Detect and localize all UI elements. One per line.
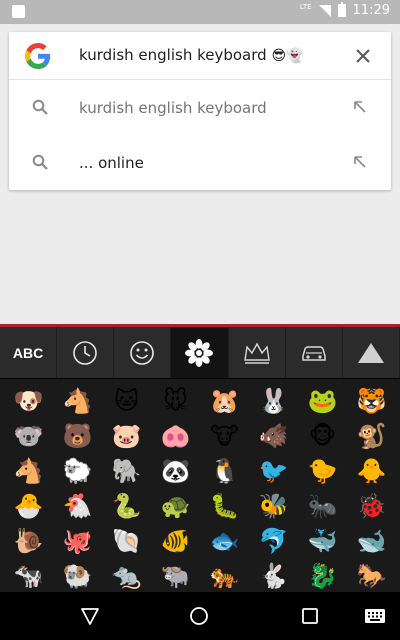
emoji-key[interactable]: 🐋 <box>347 523 396 558</box>
emoji-key[interactable]: 🐉 <box>298 558 347 593</box>
search-icon <box>32 154 48 170</box>
emoji-grid: 🐶 🐴 🐱 🐭 🐹 🐰 🐸 🐯 🐨 🐻 🐷 🐽 🐮 🐗 🐵 🐒 🐴 🐑 🐘 🐼 🐧 🐦 🐤 🐥 🐣 🐔 🐍 🐢 🐛 🐝 🐜 🐞 🐌 🐙 🐚 🐠 🐟 🐬 🐳 🐋… <box>0 379 400 593</box>
search-icon <box>32 99 48 115</box>
emoji-key[interactable]: 🐘 <box>102 453 151 488</box>
emoji-key[interactable]: 🐗 <box>249 418 298 453</box>
tab-abc-label: ABC <box>12 344 44 361</box>
tab-smileys[interactable] <box>114 327 172 378</box>
emoji-key[interactable]: 🐭 <box>151 383 200 418</box>
emoji-key[interactable]: 🐽 <box>151 418 200 453</box>
emoji-key[interactable]: 🐨 <box>4 418 53 453</box>
emoji-key[interactable]: 🐸 <box>298 383 347 418</box>
search-input[interactable]: kurdish english keyboard 😎👻 <box>79 46 303 64</box>
emoji-key[interactable]: 🐮 <box>200 418 249 453</box>
emoji-key[interactable]: 🐞 <box>347 488 396 523</box>
sd-card-icon <box>12 5 25 18</box>
emoji-key[interactable]: 🐄 <box>4 558 53 593</box>
tab-abc[interactable]: ABC <box>0 327 58 378</box>
emoji-key[interactable]: 🐵 <box>298 418 347 453</box>
smiley-icon <box>130 340 155 365</box>
clear-search-button[interactable] <box>351 44 375 68</box>
status-icons: LTE 11:29 <box>299 2 390 18</box>
emoji-key[interactable]: 🐣 <box>4 488 53 523</box>
clock-icon <box>73 340 98 365</box>
emoji-key[interactable]: 🐒 <box>347 418 396 453</box>
tab-symbols[interactable] <box>343 327 400 378</box>
emoji-key[interactable]: 🐠 <box>151 523 200 558</box>
emoji-key[interactable]: 🐔 <box>53 488 102 523</box>
close-icon <box>356 49 370 63</box>
crown-icon <box>243 342 270 364</box>
emoji-key[interactable]: 🐤 <box>298 453 347 488</box>
emoji-key[interactable]: 🐃 <box>151 558 200 593</box>
emoji-key[interactable]: 🐴 <box>53 383 102 418</box>
emoji-key[interactable]: 🐀 <box>102 558 151 593</box>
suggestion-text: ... online <box>79 154 144 172</box>
search-query-emoji: 😎👻 <box>271 48 304 64</box>
emoji-key[interactable]: 🐬 <box>249 523 298 558</box>
network-type-label: LTE <box>299 2 312 11</box>
google-logo-icon <box>25 43 51 69</box>
emoji-key[interactable]: 🐅 <box>200 558 249 593</box>
emoji-key[interactable]: 🐎 <box>347 558 396 593</box>
emoji-key[interactable]: 🐧 <box>200 453 249 488</box>
emoji-key[interactable]: 🐰 <box>249 383 298 418</box>
keyboard-switch-icon[interactable] <box>364 608 386 624</box>
battery-icon <box>337 2 346 17</box>
emoji-key[interactable]: 🐙 <box>53 523 102 558</box>
suggestion-text: kurdish english keyboard <box>79 99 267 117</box>
tab-recent[interactable] <box>57 327 115 378</box>
triangle-icon <box>357 342 384 363</box>
home-icon[interactable] <box>189 606 209 626</box>
search-bar[interactable]: kurdish english keyboard 😎👻 <box>9 32 391 80</box>
clock-time: 11:29 <box>352 3 390 18</box>
emoji-keyboard: ABC 🐶 🐴 🐱 🐭 🐹 🐰 🐸 🐯 🐨 🐻 🐷 🐽 🐮 🐗 🐵 🐒 🐴 🐑 … <box>0 324 400 592</box>
emoji-key[interactable]: 🐳 <box>298 523 347 558</box>
tab-nature[interactable] <box>171 327 229 378</box>
emoji-key[interactable]: 🐇 <box>249 558 298 593</box>
emoji-key[interactable]: 🐴 <box>4 453 53 488</box>
emoji-key[interactable]: 🐹 <box>200 383 249 418</box>
tab-objects[interactable] <box>229 327 286 378</box>
navigation-bar <box>0 592 400 640</box>
emoji-key[interactable]: 🐌 <box>4 523 53 558</box>
suggestion-item[interactable]: ... online <box>9 135 391 190</box>
search-query-text: kurdish english keyboard <box>79 46 267 64</box>
status-bar: LTE 11:29 <box>0 0 400 24</box>
tab-places[interactable] <box>286 327 343 378</box>
car-icon <box>302 345 326 361</box>
signal-icon <box>318 4 331 17</box>
suggestion-item[interactable]: kurdish english keyboard <box>9 80 391 135</box>
arrow-up-left-icon[interactable] <box>353 100 367 114</box>
emoji-key[interactable]: 🐛 <box>200 488 249 523</box>
flower-icon <box>185 338 214 367</box>
emoji-key[interactable]: 🐱 <box>102 383 151 418</box>
emoji-key[interactable]: 🐟 <box>200 523 249 558</box>
recent-apps-icon[interactable] <box>300 606 320 626</box>
emoji-key[interactable]: 🐑 <box>53 453 102 488</box>
emoji-key[interactable]: 🐜 <box>298 488 347 523</box>
back-icon[interactable] <box>80 606 100 626</box>
emoji-key[interactable]: 🐻 <box>53 418 102 453</box>
emoji-key[interactable]: 🐶 <box>4 383 53 418</box>
emoji-key[interactable]: 🐍 <box>102 488 151 523</box>
emoji-key[interactable]: 🐚 <box>102 523 151 558</box>
emoji-key[interactable]: 🐯 <box>347 383 396 418</box>
emoji-key[interactable]: 🐥 <box>347 453 396 488</box>
search-card: kurdish english keyboard 😎👻 kurdish engl… <box>9 32 391 190</box>
arrow-up-left-icon[interactable] <box>353 155 367 169</box>
emoji-key[interactable]: 🐏 <box>53 558 102 593</box>
emoji-key[interactable]: 🐢 <box>151 488 200 523</box>
emoji-key[interactable]: 🐝 <box>249 488 298 523</box>
emoji-key[interactable]: 🐼 <box>151 453 200 488</box>
emoji-key[interactable]: 🐦 <box>249 453 298 488</box>
emoji-key[interactable]: 🐷 <box>102 418 151 453</box>
emoji-category-tabs: ABC <box>0 327 400 379</box>
